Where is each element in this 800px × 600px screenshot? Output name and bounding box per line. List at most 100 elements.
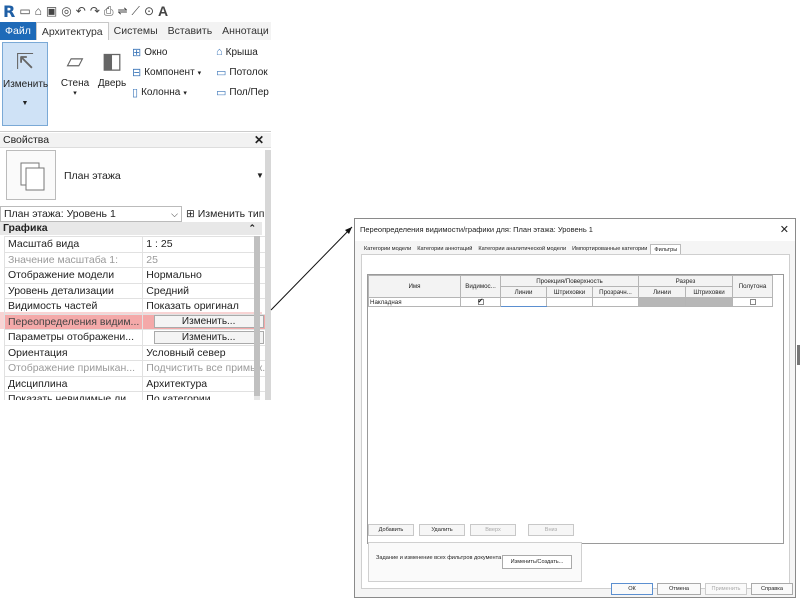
table-row[interactable]: Накладная	[368, 297, 773, 307]
property-row[interactable]: Видимость частей Показать оригинал	[3, 298, 271, 315]
property-row[interactable]: Переопределения видим... Изменить...	[3, 313, 271, 330]
filter-name[interactable]: Накладная	[368, 297, 461, 307]
property-row[interactable]: Масштаб вида 1 : 25	[3, 236, 271, 253]
property-value[interactable]: Изменить...	[142, 329, 271, 346]
property-value[interactable]: Нормально	[142, 267, 271, 284]
property-name: Видимость частей	[3, 298, 144, 315]
window-button[interactable]: ⊞ Окно	[132, 46, 167, 59]
property-name: Параметры отображени...	[3, 329, 144, 346]
property-value[interactable]: Изменить...	[142, 313, 271, 330]
property-row[interactable]: Дисциплина Архитектура	[3, 375, 271, 392]
tab-file[interactable]: Файл	[0, 22, 36, 40]
property-row[interactable]: Показать невидимые ли... По категории	[3, 391, 271, 400]
property-value[interactable]: 1 : 25	[142, 236, 271, 253]
apply-button[interactable]: Применить	[705, 583, 747, 595]
tag-icon[interactable]: ⊙	[144, 5, 154, 17]
col-cut: Разрез	[638, 275, 733, 287]
cut-patterns-cell	[685, 297, 733, 307]
property-name: Показать невидимые ли...	[3, 391, 144, 400]
help-button[interactable]: Справка	[751, 583, 793, 595]
close-icon[interactable]: ✕	[780, 223, 789, 236]
proj-transparency-cell[interactable]	[592, 297, 639, 307]
new-icon[interactable]: ▭	[19, 5, 30, 17]
proj-lines-cell[interactable]	[500, 297, 547, 307]
revit-window: R ▭ ⌂ ▣ ◎ ↶ ↷ ⎙ ⇌ ⟋ ⊙ A Файл Архитектура…	[0, 0, 271, 400]
property-row[interactable]: Ориентация Условный север	[3, 344, 271, 361]
proj-patterns-cell[interactable]	[546, 297, 593, 307]
col-visibility[interactable]: Видимос...	[460, 275, 501, 298]
add-button[interactable]: Добавить	[368, 524, 414, 536]
edit-button[interactable]: Изменить...	[153, 315, 264, 329]
property-value[interactable]: Архитектура	[142, 375, 271, 392]
type-name: План этажа	[64, 170, 121, 182]
col-projection: Проекция/Поверхность	[500, 275, 639, 287]
tab-systems[interactable]: Системы	[109, 22, 163, 40]
filters-grid: Имя Видимос... Проекция/Поверхность Разр…	[367, 274, 784, 544]
col-name[interactable]: Имя	[368, 275, 461, 298]
tab-architecture[interactable]: Архитектура	[35, 22, 109, 40]
property-row[interactable]: Уровень детализации Средний	[3, 282, 271, 299]
revit-logo[interactable]: R	[3, 2, 15, 21]
property-row[interactable]: Отображение примыкан... Подчистить все пр…	[3, 360, 271, 377]
filters-panel: Имя Видимос... Проекция/Поверхность Разр…	[361, 254, 790, 589]
property-name: Ориентация	[3, 344, 144, 361]
property-value[interactable]: 25	[142, 251, 271, 268]
visibility-cell[interactable]	[460, 297, 501, 307]
print-icon[interactable]: ⎙	[104, 5, 114, 17]
move-down-button[interactable]: Вниз	[528, 524, 574, 536]
property-value[interactable]: Подчистить все примык...	[142, 360, 271, 377]
instance-selector[interactable]: План этажа: Уровень 1 ⌵	[0, 205, 182, 222]
col-cut-lines: Линии	[638, 286, 686, 298]
dropdown-arrow-icon[interactable]: ▼	[256, 171, 264, 180]
dialog-title: Переопределения видимости/графики для: П…	[355, 219, 795, 241]
chevron-down-icon: ▾	[183, 89, 187, 97]
vg-overrides-dialog: Переопределения видимости/графики для: П…	[354, 218, 796, 598]
column-button[interactable]: ▯ Колонна ▾	[132, 86, 187, 99]
dimension-icon[interactable]: ⟋	[132, 5, 140, 17]
edit-new-filters-button[interactable]: Изменить/Создать...	[502, 555, 572, 569]
cancel-button[interactable]: Отмена	[657, 583, 701, 595]
property-row[interactable]: Значение масштаба 1: 25	[3, 251, 271, 268]
modify-button[interactable]: ⇱ Изменить ▼	[2, 42, 48, 126]
move-up-button[interactable]: Вверх	[470, 524, 516, 536]
col-halftone[interactable]: Полутона	[732, 275, 773, 298]
property-name: Отображение модели	[3, 267, 144, 284]
roof-button[interactable]: ⌂ Крыша	[216, 46, 258, 58]
text-icon[interactable]: A	[158, 4, 168, 18]
edit-type-icon: ⊞	[186, 207, 195, 220]
floor-button[interactable]: ▭ Пол/Пер	[216, 86, 269, 99]
group-header-graphics[interactable]: Графика ⌃	[0, 222, 262, 235]
halftone-checkbox[interactable]	[749, 298, 756, 305]
edit-button[interactable]: Изменить...	[153, 330, 264, 344]
property-value[interactable]: Показать оригинал	[142, 298, 271, 315]
property-name: Переопределения видим...	[3, 313, 144, 330]
panel-splitter[interactable]	[265, 150, 271, 400]
save-icon[interactable]: ▣	[46, 5, 57, 17]
property-value[interactable]: По категории	[142, 391, 271, 400]
delete-button[interactable]: Удалить	[419, 524, 465, 536]
visibility-checkbox[interactable]	[477, 299, 484, 305]
close-icon[interactable]: ✕	[254, 133, 264, 147]
undo-icon[interactable]: ↶	[76, 5, 86, 17]
property-value[interactable]: Средний	[142, 282, 271, 299]
edit-type-button[interactable]: ⊞ Изменить тип	[186, 208, 264, 220]
component-button[interactable]: ⊟ Компонент ▾	[132, 66, 201, 79]
wall-icon: ▱	[66, 48, 84, 73]
wall-button[interactable]: ▱ Стена ▾	[58, 42, 92, 114]
property-row[interactable]: Параметры отображени... Изменить...	[3, 329, 271, 346]
floor-icon: ▭	[216, 87, 227, 99]
cursor-icon: ⇱	[15, 49, 35, 74]
redo-icon[interactable]: ↷	[90, 5, 100, 17]
ok-button[interactable]: ОК	[611, 583, 653, 595]
sync-icon[interactable]: ◎	[61, 5, 71, 17]
tab-insert[interactable]: Вставить	[163, 22, 218, 40]
property-row[interactable]: Отображение модели Нормально	[3, 267, 271, 284]
scrollbar-thumb[interactable]	[254, 236, 260, 396]
halftone-cell[interactable]	[732, 297, 773, 307]
ceiling-button[interactable]: ▭ Потолок	[216, 66, 268, 79]
open-icon[interactable]: ⌂	[35, 5, 42, 17]
measure-icon[interactable]: ⇌	[117, 5, 127, 17]
door-button[interactable]: ◧ Дверь	[96, 42, 128, 114]
property-value[interactable]: Условный север	[142, 344, 271, 361]
tab-annotate[interactable]: Аннотаци	[217, 22, 271, 40]
